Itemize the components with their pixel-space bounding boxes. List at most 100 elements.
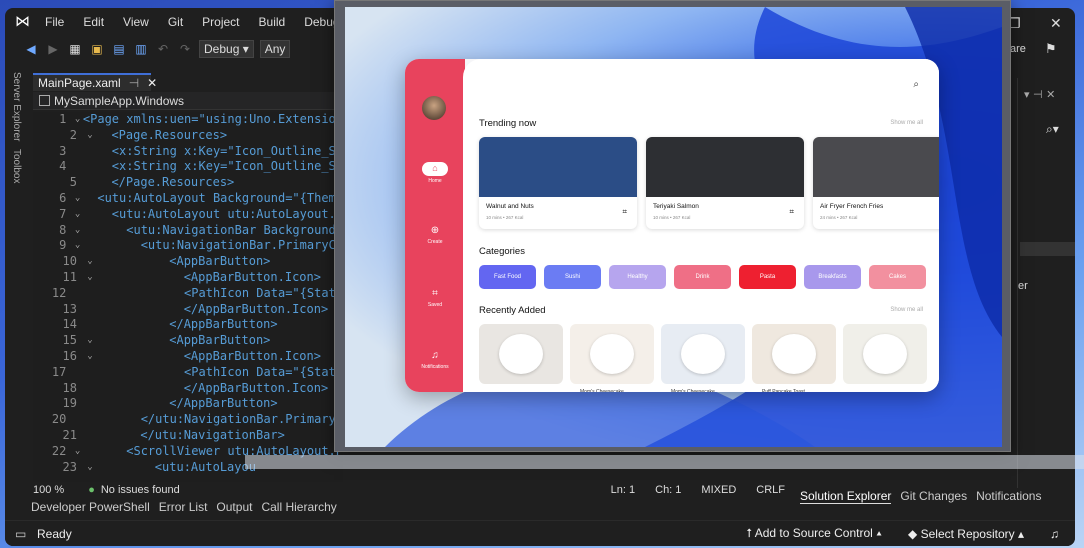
line-ending[interactable]: CRLF xyxy=(756,484,785,496)
menu-item-file[interactable]: File xyxy=(45,15,64,29)
toolbox-tab[interactable]: Toolbox xyxy=(11,149,22,183)
menu-item-build[interactable]: Build xyxy=(259,15,286,29)
code-line[interactable]: 21 </utu:NavigationBar> xyxy=(33,428,343,444)
fold-chevron-icon[interactable]: ⌄ xyxy=(72,238,83,254)
fold-chevron-icon[interactable]: ⌄ xyxy=(83,254,97,270)
code-line[interactable]: 20 </utu:NavigationBar.PrimaryC xyxy=(33,412,343,428)
fold-chevron-icon[interactable]: ⌄ xyxy=(72,207,83,223)
notifications-bell-icon[interactable]: ♫ xyxy=(1050,527,1059,541)
tool-tab[interactable]: Output xyxy=(216,500,252,514)
save-icon[interactable]: ▤ xyxy=(111,42,127,56)
fold-chevron-icon[interactable] xyxy=(83,175,97,191)
recent-thumbnail[interactable] xyxy=(479,324,563,384)
category-chip[interactable]: Pasta xyxy=(739,265,796,289)
code-line[interactable]: 15 ⌄ <AppBarButton> xyxy=(33,333,343,349)
server-explorer-tab[interactable]: Server Explorer xyxy=(11,72,22,141)
fold-chevron-icon[interactable] xyxy=(83,428,97,444)
fold-chevron-icon[interactable] xyxy=(72,144,83,160)
fold-chevron-icon[interactable] xyxy=(83,317,97,333)
solution-tab[interactable]: Notifications xyxy=(976,489,1041,504)
code-line[interactable]: 8 ⌄ <utu:NavigationBar Background= xyxy=(33,223,343,239)
code-line[interactable]: 5 </Page.Resources> xyxy=(33,175,343,191)
menu-item-project[interactable]: Project xyxy=(202,15,239,29)
platform-dropdown[interactable]: Any xyxy=(259,40,291,58)
code-line[interactable]: 11 ⌄ <AppBarButton.Icon> xyxy=(33,270,343,286)
avatar[interactable] xyxy=(422,96,446,120)
whitespace-mode[interactable]: MIXED xyxy=(701,484,736,496)
code-line[interactable]: 18 </AppBarButton.Icon> xyxy=(33,381,343,397)
bookmark-icon[interactable]: ⌗ xyxy=(789,207,794,217)
close-tab-icon[interactable]: ✕ xyxy=(147,76,157,90)
fold-chevron-icon[interactable]: ⌄ xyxy=(72,444,83,460)
search-icon[interactable]: ⌕ xyxy=(913,79,919,90)
category-chip[interactable]: Drink xyxy=(674,265,731,289)
code-line[interactable]: 16 ⌄ <AppBarButton.Icon> xyxy=(33,349,343,365)
code-line[interactable]: 6 ⌄ <utu:AutoLayout Background="{Theme xyxy=(33,191,343,207)
code-editor[interactable]: 1 ⌄ <Page xmlns:uen="using:Uno.Extension 2 ⌄… xyxy=(33,112,343,482)
fold-chevron-icon[interactable]: ⌄ xyxy=(83,128,97,144)
nav-saved[interactable]: ⌗ Saved xyxy=(405,288,465,308)
trending-card[interactable]: Teriyaki Salmon 10 mins • 267 Kcal ⌗ xyxy=(646,137,804,229)
recent-thumbnail[interactable] xyxy=(570,324,654,384)
solution-tab[interactable]: Git Changes xyxy=(900,489,967,504)
document-tab[interactable]: MainPage.xaml ⊣ ✕ xyxy=(33,73,157,91)
pin-icon[interactable]: ⊣ xyxy=(129,76,139,90)
bookmark-icon[interactable]: ⌗ xyxy=(622,207,627,217)
code-line[interactable]: 3 <x:String x:Key="Icon_Outline_Sa xyxy=(33,144,343,160)
nav-notifications[interactable]: ♫ Notifications xyxy=(405,350,465,370)
recent-thumbnail[interactable] xyxy=(843,324,927,384)
configuration-dropdown[interactable]: Debug ▾ xyxy=(199,40,254,58)
fold-chevron-icon[interactable] xyxy=(83,302,97,318)
code-line[interactable]: 17 <PathIcon Data="{Stati xyxy=(33,365,343,381)
trending-show-all[interactable]: Show me all xyxy=(890,120,923,126)
code-line[interactable]: 19 </AppBarButton> xyxy=(33,396,343,412)
fold-chevron-icon[interactable]: ⌄ xyxy=(83,349,97,365)
code-line[interactable]: 1 ⌄ <Page xmlns:uen="using:Uno.Extension xyxy=(33,112,343,128)
recent-show-all[interactable]: Show me all xyxy=(890,307,923,313)
fold-chevron-icon[interactable]: ⌄ xyxy=(83,333,97,349)
fold-chevron-icon[interactable]: ⌄ xyxy=(72,112,83,128)
fold-chevron-icon[interactable]: ⌄ xyxy=(72,191,83,207)
category-chip[interactable]: Cakes xyxy=(869,265,926,289)
code-line[interactable]: 13 </AppBarButton.Icon> xyxy=(33,302,343,318)
fold-chevron-icon[interactable] xyxy=(72,412,83,428)
project-nav-bar[interactable]: MySampleApp.Windows xyxy=(33,92,343,110)
fold-chevron-icon[interactable] xyxy=(83,396,97,412)
code-line[interactable]: 12 <PathIcon Data="{Stati xyxy=(33,286,343,302)
zoom-level[interactable]: 100 % xyxy=(33,484,64,496)
category-chip[interactable]: Sushi xyxy=(544,265,601,289)
issues-text[interactable]: No issues found xyxy=(101,484,180,496)
category-chip[interactable]: Fast Food xyxy=(479,265,536,289)
fold-chevron-icon[interactable] xyxy=(72,286,83,302)
code-line[interactable]: 10 ⌄ <AppBarButton> xyxy=(33,254,343,270)
back-icon[interactable]: ◀ xyxy=(23,42,39,56)
select-repository[interactable]: ◆ Select Repository ▴ xyxy=(908,527,1024,541)
fold-chevron-icon[interactable]: ⌄ xyxy=(83,270,97,286)
tool-tab[interactable]: Developer PowerShell xyxy=(31,500,150,514)
code-line[interactable]: 9 ⌄ <utu:NavigationBar.PrimaryCo xyxy=(33,238,343,254)
fold-chevron-icon[interactable]: ⌄ xyxy=(72,223,83,239)
category-chip[interactable]: Breakfasts xyxy=(804,265,861,289)
menu-item-view[interactable]: View xyxy=(123,15,149,29)
forward-icon[interactable]: ▶ xyxy=(45,42,61,56)
code-line[interactable]: 4 <x:String x:Key="Icon_Outline_Sh xyxy=(33,159,343,175)
recent-thumbnail[interactable] xyxy=(661,324,745,384)
undo-icon[interactable]: ↶ xyxy=(155,42,171,56)
menu-item-git[interactable]: Git xyxy=(168,15,183,29)
add-source-control[interactable]: ⭡ Add to Source Control ▴ xyxy=(746,526,882,541)
code-line[interactable]: 14 </AppBarButton> xyxy=(33,317,343,333)
category-chip[interactable]: Healthy xyxy=(609,265,666,289)
code-line[interactable]: 7 ⌄ <utu:AutoLayout utu:AutoLayout.P xyxy=(33,207,343,223)
panel-search-icon[interactable]: ⌕▾ xyxy=(1046,122,1059,137)
nav-home[interactable]: ⌂ Home xyxy=(405,162,465,184)
trending-card[interactable]: Walnut and Nuts 10 mins • 267 Kcal ⌗ xyxy=(479,137,637,229)
solution-tab[interactable]: Solution Explorer xyxy=(800,489,892,504)
menu-item-edit[interactable]: Edit xyxy=(83,15,104,29)
new-item-icon[interactable]: ▦ xyxy=(67,42,83,56)
fold-chevron-icon[interactable] xyxy=(72,365,83,381)
fold-chevron-icon[interactable] xyxy=(72,159,83,175)
fold-chevron-icon[interactable]: ⌄ xyxy=(83,460,97,476)
fold-chevron-icon[interactable] xyxy=(83,381,97,397)
recent-thumbnail[interactable] xyxy=(752,324,836,384)
tool-tab[interactable]: Error List xyxy=(159,500,208,514)
